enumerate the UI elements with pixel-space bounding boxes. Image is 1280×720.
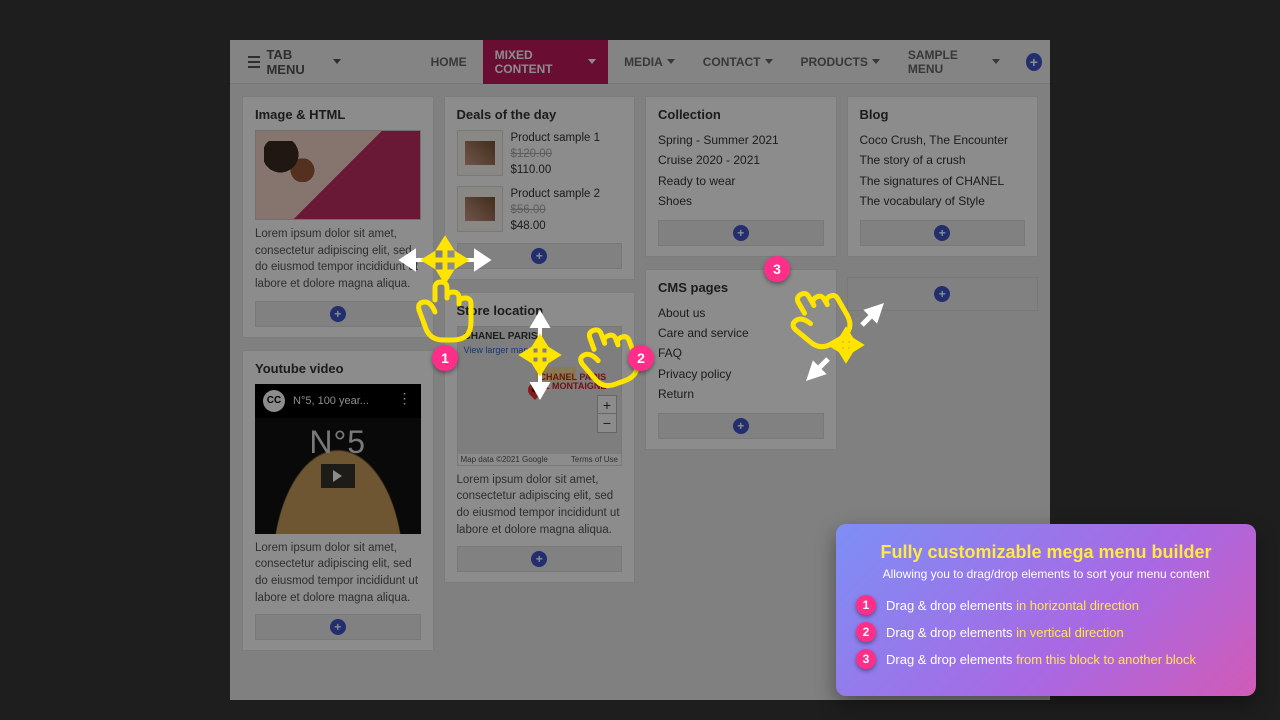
block-text: Lorem ipsum dolor sit amet, consectetur … <box>255 540 421 607</box>
youtube-embed[interactable]: CC N°5, 100 year... ⋮ N°5 <box>255 384 421 534</box>
map-zoom[interactable]: +− <box>597 395 617 433</box>
plus-icon: + <box>733 418 749 434</box>
panel-item: 3Drag & drop elements from this block to… <box>856 649 1236 669</box>
product-thumb <box>457 186 503 232</box>
block-blog[interactable]: Blog Coco Crush, The Encounter The story… <box>847 96 1039 257</box>
map-attribution: Map data ©2021 Google <box>461 455 548 464</box>
topbar: TAB MENU HOME MIXED CONTENT MEDIA CONTAC… <box>230 40 1050 84</box>
block-title: Youtube video <box>255 361 421 376</box>
list-item[interactable]: Ready to wear <box>658 171 824 191</box>
product-row[interactable]: Product sample 1 $120.00 $110.00 <box>457 130 623 178</box>
add-element-bar[interactable]: + <box>457 243 623 269</box>
chevron-down-icon <box>992 59 1000 64</box>
nav-media[interactable]: MEDIA <box>612 40 687 84</box>
panel-badge: 2 <box>856 622 876 642</box>
add-element-bar[interactable]: + <box>457 546 623 572</box>
panel-item: 2Drag & drop elements in vertical direct… <box>856 622 1236 642</box>
block-text: Lorem ipsum dolor sit amet, consectetur … <box>457 472 623 539</box>
tab-menu-label: TAB MENU <box>266 47 326 77</box>
list-item[interactable]: FAQ <box>658 343 824 363</box>
plus-icon: + <box>531 248 547 264</box>
panel-badge: 1 <box>856 595 876 615</box>
video-title: N°5, 100 year... <box>293 395 369 407</box>
list-item[interactable]: Care and service <box>658 323 824 343</box>
add-menu-button[interactable]: + <box>1026 53 1042 71</box>
block-title: Blog <box>860 107 1026 122</box>
product-price: $110.00 <box>511 162 601 178</box>
nav-products[interactable]: PRODUCTS <box>789 40 892 84</box>
nav-home[interactable]: HOME <box>419 40 479 84</box>
product-oldprice: $120.00 <box>511 146 601 162</box>
channel-avatar: CC <box>263 390 285 412</box>
add-element-bar[interactable]: + <box>255 614 421 640</box>
panel-title: Fully customizable mega menu builder <box>856 542 1236 563</box>
product-image <box>255 130 421 220</box>
product-oldprice: $56.00 <box>511 202 601 218</box>
block-image-html[interactable]: Image & HTML Lorem ipsum dolor sit amet,… <box>242 96 434 338</box>
add-element-bar[interactable]: + <box>860 220 1026 246</box>
product-name: Product sample 2 <box>511 186 601 202</box>
list-item[interactable]: Return <box>658 384 824 404</box>
block-text: Lorem ipsum dolor sit amet, consectetur … <box>255 226 421 293</box>
list-item[interactable]: The story of a crush <box>860 150 1026 170</box>
block-title: Deals of the day <box>457 107 623 122</box>
list-item[interactable]: Spring - Summer 2021 <box>658 130 824 150</box>
list-item[interactable]: About us <box>658 303 824 323</box>
chevron-down-icon <box>667 59 675 64</box>
block-deals[interactable]: Deals of the day Product sample 1 $120.0… <box>444 96 636 280</box>
chevron-down-icon <box>872 59 880 64</box>
panel-subtitle: Allowing you to drag/drop elements to so… <box>856 567 1236 581</box>
play-button[interactable] <box>321 464 355 488</box>
nav-contact[interactable]: CONTACT <box>691 40 785 84</box>
chevron-down-icon <box>765 59 773 64</box>
add-block-bar[interactable]: + <box>847 277 1039 311</box>
map-embed[interactable]: CHANEL PARIS View larger map CHANEL PARI… <box>457 326 623 466</box>
list-item[interactable]: The signatures of CHANEL <box>860 171 1026 191</box>
map-view-larger[interactable]: View larger map <box>464 345 529 355</box>
block-store-location[interactable]: Store location CHANEL PARIS View larger … <box>444 292 636 584</box>
block-title: Image & HTML <box>255 107 421 122</box>
block-cms-pages[interactable]: CMS pages About us Care and service FAQ … <box>645 269 837 450</box>
info-panel: Fully customizable mega menu builder All… <box>836 524 1256 696</box>
plus-icon: + <box>330 619 346 635</box>
plus-icon: + <box>330 306 346 322</box>
add-element-bar[interactable]: + <box>658 220 824 246</box>
list-item[interactable]: Shoes <box>658 191 824 211</box>
more-icon[interactable]: ⋮ <box>398 390 413 407</box>
block-title: CMS pages <box>658 280 824 295</box>
link-list: About us Care and service FAQ Privacy po… <box>658 303 824 405</box>
plus-icon: + <box>531 551 547 567</box>
product-row[interactable]: Product sample 2 $56.00 $48.00 <box>457 186 623 234</box>
chevron-down-icon <box>333 59 341 64</box>
product-thumb <box>457 130 503 176</box>
list-item[interactable]: Privacy policy <box>658 364 824 384</box>
link-list: Coco Crush, The Encounter The story of a… <box>860 130 1026 212</box>
nav-mixed-content[interactable]: MIXED CONTENT <box>483 40 608 84</box>
link-list: Spring - Summer 2021 Cruise 2020 - 2021 … <box>658 130 824 212</box>
map-terms[interactable]: Terms of Use <box>571 455 618 464</box>
block-title: Store location <box>457 303 623 318</box>
add-element-bar[interactable]: + <box>658 413 824 439</box>
chevron-down-icon <box>588 59 596 64</box>
block-title: Collection <box>658 107 824 122</box>
panel-item: 1Drag & drop elements in horizontal dire… <box>856 595 1236 615</box>
map-pin-label: CHANEL PARIS51 MONTAIGNE <box>540 373 607 393</box>
plus-icon: + <box>733 225 749 241</box>
block-collection[interactable]: Collection Spring - Summer 2021 Cruise 2… <box>645 96 837 257</box>
list-item[interactable]: The vocabulary of Style <box>860 191 1026 211</box>
plus-icon: + <box>934 286 950 302</box>
product-price: $48.00 <box>511 218 601 234</box>
add-element-bar[interactable]: + <box>255 301 421 327</box>
list-item[interactable]: Cruise 2020 - 2021 <box>658 150 824 170</box>
video-overlay-text: N°5 <box>309 424 366 461</box>
map-title: CHANEL PARIS <box>464 331 538 342</box>
block-youtube[interactable]: Youtube video CC N°5, 100 year... ⋮ N°5 … <box>242 350 434 652</box>
plus-icon: + <box>934 225 950 241</box>
tab-menu-button[interactable]: TAB MENU <box>238 41 351 83</box>
nav-sample-menu[interactable]: SAMPLE MENU <box>896 40 1012 84</box>
list-item[interactable]: Coco Crush, The Encounter <box>860 130 1026 150</box>
panel-badge: 3 <box>856 649 876 669</box>
hamburger-icon <box>248 56 260 68</box>
product-name: Product sample 1 <box>511 130 601 146</box>
